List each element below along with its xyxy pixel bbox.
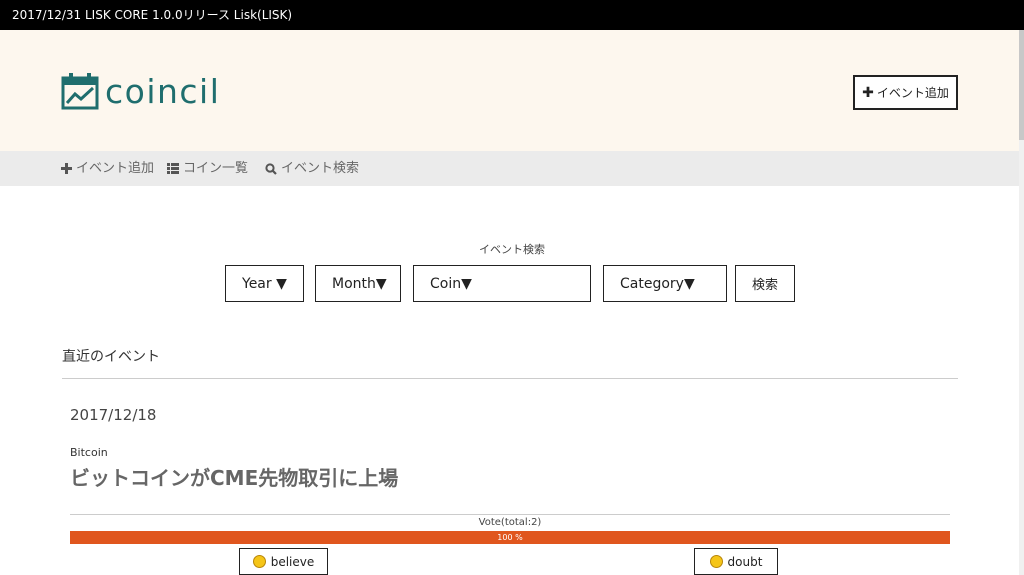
nav-label: イベント追加	[76, 161, 155, 176]
logo-text: coincil	[105, 71, 221, 111]
add-event-label: イベント追加	[876, 86, 949, 100]
search-title: イベント検索	[479, 243, 545, 256]
month-select[interactable]: Month▼	[315, 265, 401, 302]
nav-item-coin-list[interactable]: コイン一覧	[167, 151, 248, 186]
thinking-face-icon	[709, 555, 723, 568]
scrollbar-thumb[interactable]	[1019, 30, 1024, 140]
nav-item-add-event[interactable]: イベント追加	[61, 151, 154, 186]
event-title[interactable]: ビットコインがCME先物取引に上場	[70, 462, 398, 491]
site-header: coincil ✚ イベント追加	[0, 30, 1024, 151]
vote-percent: 100 %	[497, 533, 523, 542]
vote-total: Vote(total:2)	[478, 517, 542, 528]
search-button[interactable]: 検索	[735, 265, 795, 302]
doubt-button[interactable]: doubt	[694, 548, 778, 575]
vote-divider	[70, 514, 950, 515]
event-date: 2017/12/18	[70, 406, 157, 424]
coin-select[interactable]: Coin▼	[413, 265, 591, 302]
believe-button[interactable]: believe	[239, 548, 328, 575]
section-divider	[62, 378, 958, 379]
list-icon	[167, 163, 179, 174]
believe-label: believe	[270, 554, 315, 569]
plus-icon: ✚	[862, 84, 874, 101]
year-select[interactable]: Year ▼	[225, 265, 304, 302]
doubt-label: doubt	[727, 554, 763, 569]
nav-label: イベント検索	[281, 161, 360, 176]
nav-item-event-search[interactable]: イベント検索	[265, 151, 359, 186]
nav-label: コイン一覧	[183, 161, 249, 176]
hopeful-face-icon	[252, 555, 266, 568]
recent-events-title: 直近のイベント	[62, 349, 160, 365]
news-ticker[interactable]: 2017/12/31 LISK CORE 1.0.0リリース Lisk(LISK…	[0, 0, 1024, 30]
calendar-chart-icon	[61, 73, 99, 110]
plus-icon	[61, 163, 72, 174]
add-event-button[interactable]: ✚ イベント追加	[853, 75, 958, 110]
category-select[interactable]: Category▼	[603, 265, 727, 302]
search-icon	[265, 162, 277, 175]
main-nav: イベント追加 コイン一覧 イベント検索	[0, 151, 1024, 186]
site-logo[interactable]: coincil	[61, 71, 220, 111]
event-coin[interactable]: Bitcoin	[70, 446, 108, 459]
